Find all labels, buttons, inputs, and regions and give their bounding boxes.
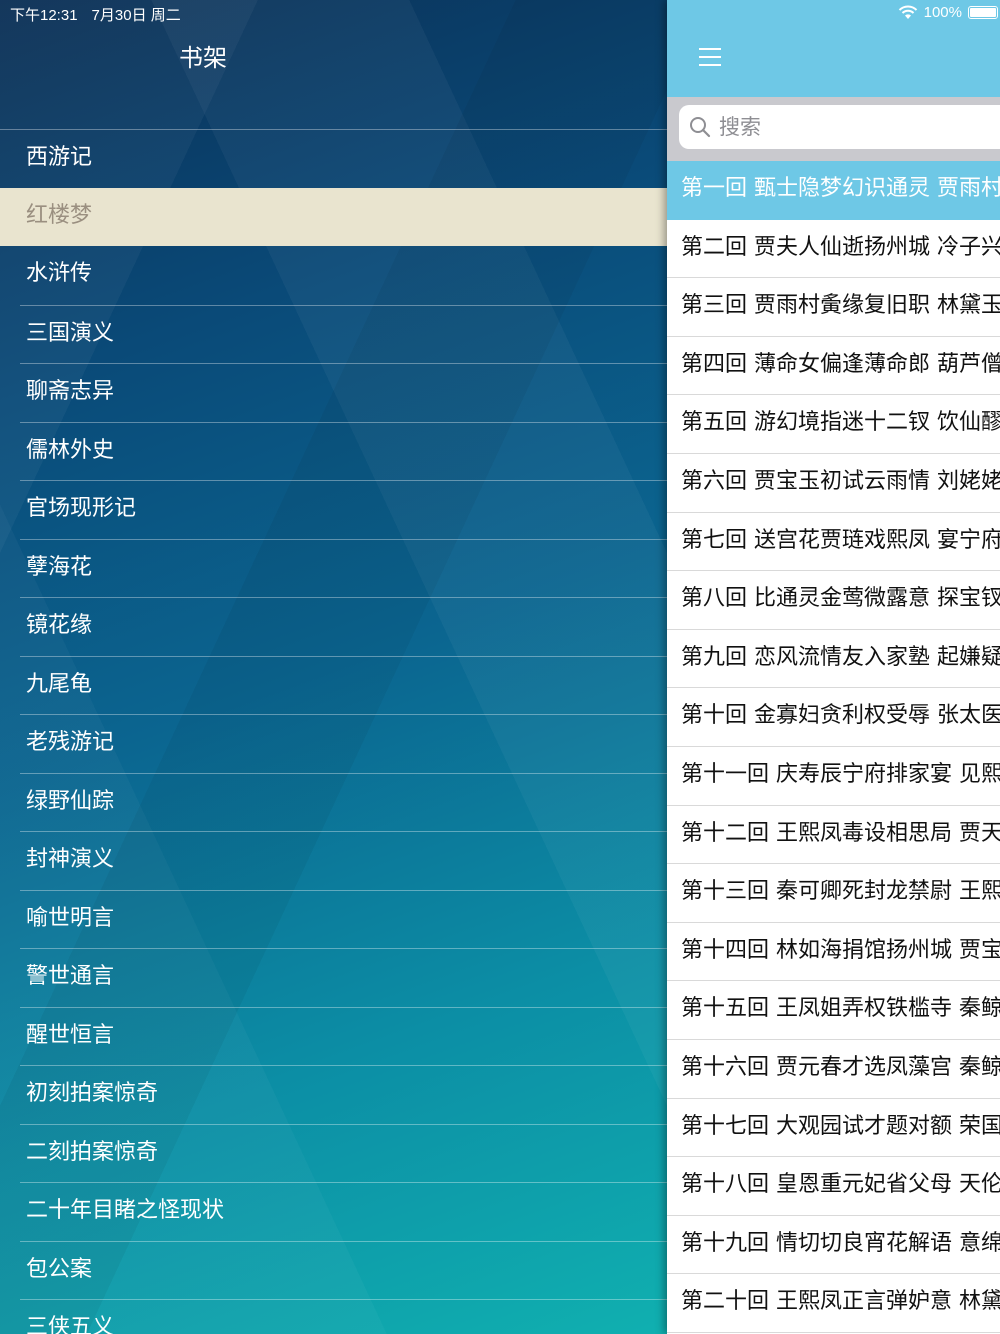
chapter-item[interactable]: 第十五回 王凤姐弄权铁槛寺 秦鲸: [667, 981, 1000, 1040]
book-item[interactable]: 二刻拍案惊奇: [20, 1123, 667, 1183]
book-item[interactable]: 九尾龟: [20, 655, 667, 715]
wifi-icon: [898, 5, 917, 19]
status-bar-left: 下午12:31 7月30日 周二: [10, 4, 181, 25]
chapter-item[interactable]: 第十二回 王熙凤毒设相思局 贾天: [667, 806, 1000, 865]
book-item[interactable]: 绿野仙踪: [20, 772, 667, 832]
battery-percent: 100%: [923, 4, 962, 21]
chapter-item[interactable]: 第七回 送宫花贾琏戏熙凤 宴宁府: [667, 513, 1000, 572]
book-item[interactable]: 聊斋志异: [20, 363, 667, 422]
book-item[interactable]: 二十年目睹之怪现状: [20, 1182, 667, 1241]
search-icon: [690, 117, 711, 138]
battery-icon: [968, 6, 998, 19]
search-input[interactable]: [719, 115, 979, 139]
chapter-list: 第一回 甄士隐梦幻识通灵 贾雨村 第二回 贾夫人仙逝扬州城 冷子兴 第三回 贾雨村夤…: [667, 161, 1000, 1333]
book-item[interactable]: 水浒传: [20, 246, 667, 305]
book-item[interactable]: 三国演义: [20, 304, 667, 364]
chapter-item[interactable]: 第十九回 情切切良宵花解语 意绵: [667, 1216, 1000, 1275]
book-item[interactable]: 官场现形记: [20, 480, 667, 539]
book-item[interactable]: 喻世明言: [20, 889, 667, 949]
chapter-item[interactable]: 第三回 贾雨村夤缘复旧职 林黛玉: [667, 278, 1000, 337]
chapter-item[interactable]: 第一回 甄士隐梦幻识通灵 贾雨村: [667, 161, 1000, 220]
chapter-item[interactable]: 第十三回 秦可卿死封龙禁尉 王熙: [667, 864, 1000, 923]
book-item[interactable]: 西游记: [0, 129, 667, 188]
book-item[interactable]: 红楼梦: [0, 187, 667, 246]
chapter-item[interactable]: 第二回 贾夫人仙逝扬州城 冷子兴: [667, 220, 1000, 279]
chapter-item[interactable]: 第十回 金寡妇贪利权受辱 张太医: [667, 688, 1000, 747]
chapter-item[interactable]: 第六回 贾宝玉初试云雨情 刘姥姥: [667, 454, 1000, 513]
chapter-item[interactable]: 第五回 游幻境指迷十二钗 饮仙醪: [667, 395, 1000, 454]
menu-icon[interactable]: [699, 48, 721, 66]
book-item[interactable]: 包公案: [20, 1240, 667, 1300]
chapter-item[interactable]: 第十四回 林如海捐馆扬州城 贾宝: [667, 923, 1000, 982]
chapter-item[interactable]: 第十一回 庆寿辰宁府排家宴 见熙: [667, 747, 1000, 806]
search-box[interactable]: [679, 105, 1000, 149]
book-item[interactable]: 醒世恒言: [20, 1006, 667, 1066]
book-item[interactable]: 封神演义: [20, 831, 667, 890]
chapter-panel: 100% 第一回 甄士隐梦幻识通灵 贾雨村第二回 贾夫人仙逝扬州城 冷子兴第三回…: [667, 0, 1000, 1334]
chapter-item[interactable]: 第十八回 皇恩重元妃省父母 天伦: [667, 1157, 1000, 1216]
book-list: 西游记 红楼梦 水浒传 三国演义 聊斋志异 儒林外史 官场现形记 孽海花 镜花缘 九尾龟 老残游记绿…: [0, 129, 667, 1334]
chapter-item[interactable]: 第四回 薄命女偏逢薄命郎 葫芦僧: [667, 337, 1000, 396]
status-date: 7月30日 周二: [91, 7, 181, 24]
book-item[interactable]: 镜花缘: [20, 597, 667, 656]
bookshelf-panel: 下午12:31 7月30日 周二 书架 西游记 红楼梦 水浒传 三国演义 聊斋志异 儒林外…: [0, 0, 667, 1334]
nav-bar: 100%: [667, 0, 1000, 97]
chapter-item[interactable]: 第十六回 贾元春才选凤藻宫 秦鲸: [667, 1040, 1000, 1099]
book-item[interactable]: 三侠五义: [20, 1299, 667, 1334]
search-bar: [667, 97, 1000, 161]
chapter-item[interactable]: 第九回 恋风流情友入家塾 起嫌疑: [667, 630, 1000, 689]
chapter-item[interactable]: 第十七回 大观园试才题对额 荣国: [667, 1099, 1000, 1158]
status-bar-right: 100%: [898, 4, 998, 21]
book-item[interactable]: 警世通言: [20, 948, 667, 1007]
book-item[interactable]: 儒林外史: [20, 421, 667, 481]
chapter-item[interactable]: 第八回 比通灵金莺微露意 探宝钗: [667, 571, 1000, 630]
book-item[interactable]: 孽海花: [20, 538, 667, 598]
status-time: 下午12:31: [10, 7, 78, 24]
chapter-item[interactable]: 第二十回 王熙凤正言弹妒意 林黛: [667, 1274, 1000, 1333]
shelf-title: 书架: [179, 44, 227, 72]
book-item[interactable]: 老残游记: [20, 714, 667, 773]
book-item[interactable]: 初刻拍案惊奇: [20, 1065, 667, 1124]
